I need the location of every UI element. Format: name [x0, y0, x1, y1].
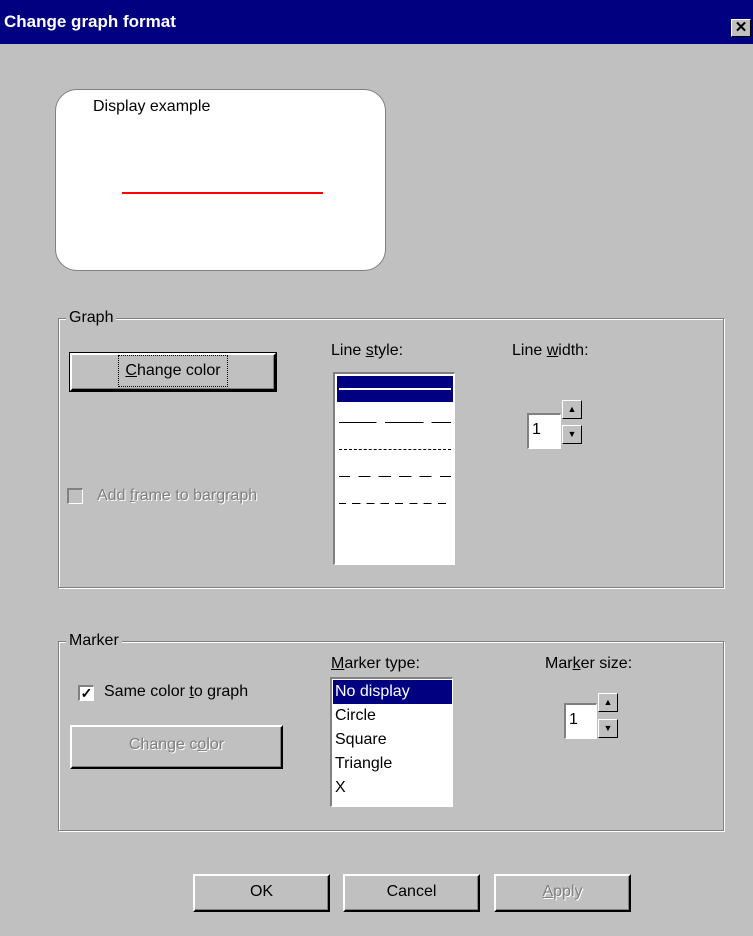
marker-type-label: Marker type: [331, 655, 420, 672]
marker-type-item[interactable]: Square [333, 728, 452, 752]
cancel-button[interactable]: Cancel [343, 874, 480, 912]
line-style-dash-dot-dot[interactable] [337, 491, 453, 517]
marker-group-title: Marker [66, 632, 122, 650]
line-style-solid[interactable] [337, 376, 453, 402]
arrow-down-icon: ▼ [603, 723, 613, 733]
marker-type-item[interactable]: No display [333, 680, 452, 704]
same-color-checkbox[interactable]: ✓ [78, 685, 94, 701]
focus-rect: Change color [118, 355, 228, 387]
line-width-down-button[interactable]: ▼ [562, 425, 582, 444]
line-width-label: Line width: [512, 342, 589, 359]
arrow-up-icon: ▲ [567, 404, 577, 414]
display-example-label: Display example [93, 98, 211, 115]
marker-size-label: Marker size: [545, 655, 633, 672]
ok-button[interactable]: OK [193, 874, 330, 912]
close-button[interactable]: ✕ [731, 19, 751, 37]
display-example-preview: Display example [55, 89, 386, 271]
arrow-down-icon: ▼ [567, 429, 577, 439]
checkmark-icon: ✓ [80, 685, 93, 701]
graph-group-title: Graph [66, 309, 117, 327]
line-width-field[interactable]: 1 [527, 413, 561, 449]
line-style-dash-dot[interactable] [337, 464, 453, 490]
line-width-up-button[interactable]: ▲ [562, 400, 582, 419]
same-color-label: Same color to graph [104, 683, 249, 700]
marker-type-listbox[interactable]: No display Circle Square Triangle X [330, 677, 453, 807]
line-style-dash[interactable] [337, 410, 453, 436]
marker-type-item[interactable]: X [333, 776, 452, 800]
line-style-listbox[interactable] [333, 372, 455, 565]
marker-size-down-button[interactable]: ▼ [598, 719, 618, 738]
add-frame-label: Add frame to bargraph [97, 487, 258, 504]
add-frame-checkbox[interactable] [67, 488, 83, 504]
graph-change-color-button[interactable]: Change color [69, 352, 277, 392]
change-graph-format-dialog: Change graph format ✕ Display example Gr… [0, 0, 753, 936]
marker-type-item[interactable]: Triangle [333, 752, 452, 776]
marker-type-item[interactable]: Circle [333, 704, 452, 728]
marker-change-color-button[interactable]: Change color [70, 725, 283, 769]
apply-button[interactable]: Apply [494, 874, 631, 912]
line-style-label: Line style: [331, 342, 404, 359]
close-icon: ✕ [734, 19, 748, 36]
window-title: Change graph format [4, 12, 176, 31]
preview-line-sample [122, 192, 323, 194]
marker-size-up-button[interactable]: ▲ [598, 693, 618, 712]
marker-size-field[interactable]: 1 [564, 703, 597, 739]
line-style-dot[interactable] [337, 437, 453, 463]
arrow-up-icon: ▲ [603, 697, 613, 707]
title-bar: Change graph format ✕ [0, 0, 753, 44]
